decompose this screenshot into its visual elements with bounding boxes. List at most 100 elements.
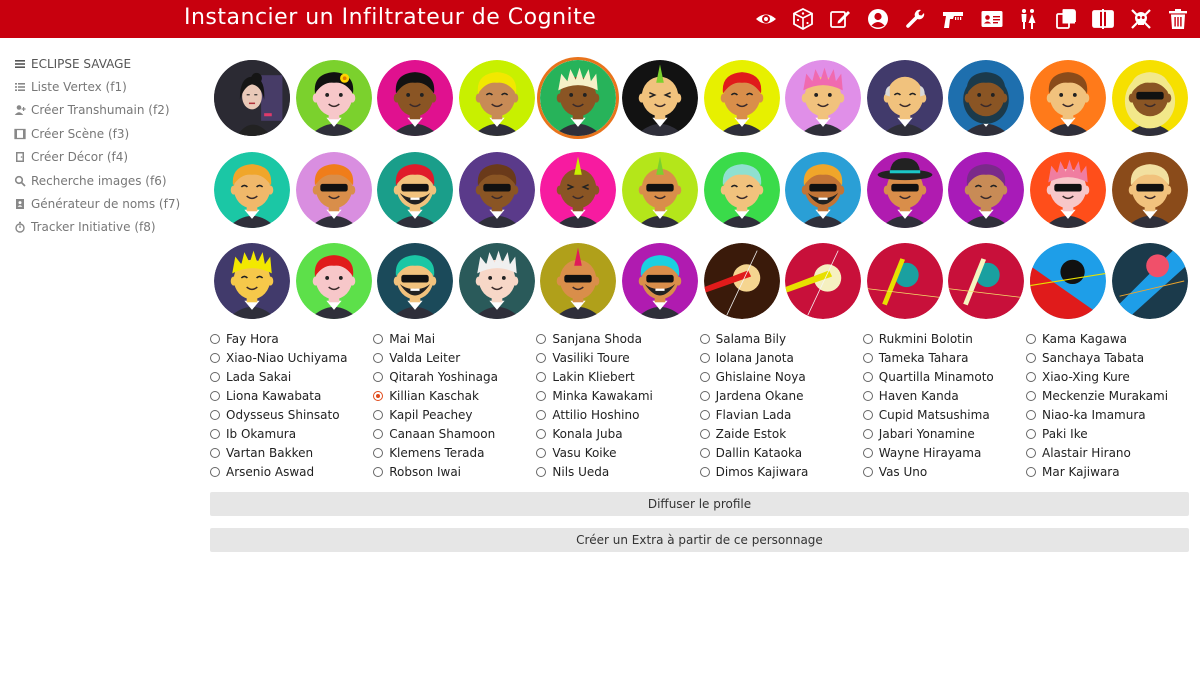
avatar-option[interactable] <box>458 151 535 228</box>
radio-button[interactable] <box>1026 371 1036 382</box>
radio-button[interactable] <box>210 390 220 401</box>
sidebar-item-recherche-images[interactable]: Recherche images (f6) <box>14 169 204 192</box>
avatar-option[interactable] <box>866 243 943 319</box>
radio-button[interactable] <box>1026 467 1036 478</box>
radio-button[interactable] <box>699 333 710 344</box>
radio-button[interactable] <box>862 352 873 363</box>
avatar-option[interactable] <box>785 60 862 136</box>
split-icon[interactable] <box>1091 7 1115 31</box>
avatar-option[interactable] <box>622 151 698 228</box>
name-option[interactable]: Flavian Lada <box>699 405 791 424</box>
name-option[interactable]: Tameka Tahara <box>862 348 968 367</box>
radio-button[interactable] <box>536 467 547 478</box>
name-option[interactable]: Killian Kaschak <box>373 386 479 405</box>
radio-button[interactable] <box>373 371 384 382</box>
radio-button[interactable] <box>1026 333 1036 344</box>
name-option[interactable]: Robson Iwai <box>373 463 461 482</box>
avatar-option[interactable] <box>622 243 698 319</box>
avatar-option[interactable] <box>377 243 454 319</box>
radio-button[interactable] <box>536 429 547 439</box>
radio-button[interactable] <box>210 467 220 478</box>
name-option[interactable]: Niao-ka Imamura <box>1026 405 1146 424</box>
radio-button[interactable] <box>373 409 384 420</box>
radio-button[interactable] <box>699 467 710 478</box>
avatar-option[interactable] <box>295 60 372 136</box>
radio-button[interactable] <box>536 371 547 382</box>
avatar-option[interactable] <box>1111 243 1188 319</box>
name-option[interactable]: Attilio Hoshino <box>536 405 639 424</box>
radio-button[interactable] <box>699 429 710 439</box>
radio-button[interactable] <box>1026 448 1036 459</box>
radio-button[interactable] <box>373 333 384 344</box>
name-option[interactable]: Minka Kawakami <box>536 386 653 405</box>
name-option[interactable]: Xiao-Xing Kure <box>1026 367 1130 386</box>
radio-button[interactable] <box>862 467 873 478</box>
radio-button[interactable] <box>536 409 547 420</box>
name-option[interactable]: Ib Okamura <box>210 425 296 444</box>
name-option[interactable]: Lakin Kliebert <box>536 367 635 386</box>
user-circle-icon[interactable] <box>866 7 890 31</box>
name-option[interactable]: Kama Kagawa <box>1026 329 1127 348</box>
radio-button[interactable] <box>210 448 220 459</box>
avatar-option[interactable] <box>948 243 1025 319</box>
avatar-option[interactable] <box>214 60 290 136</box>
avatar-option[interactable] <box>703 151 780 228</box>
radio-button[interactable] <box>862 448 873 459</box>
sidebar-item-tracker-initiative[interactable]: Tracker Initiative (f8) <box>14 216 204 239</box>
name-option[interactable]: Sanjana Shoda <box>536 329 642 348</box>
avatar-option[interactable] <box>458 60 535 136</box>
gun-icon[interactable] <box>941 7 965 31</box>
avatar-option[interactable] <box>1030 60 1106 136</box>
radio-button[interactable] <box>699 371 710 382</box>
skull-crossbones-icon[interactable] <box>1129 7 1153 31</box>
radio-button[interactable] <box>1026 409 1036 420</box>
people-icon[interactable] <box>1016 7 1040 31</box>
radio-button[interactable] <box>699 448 710 459</box>
eye-icon[interactable] <box>754 7 778 31</box>
avatar-option[interactable] <box>295 243 372 319</box>
radio-button[interactable] <box>373 467 384 478</box>
name-option[interactable]: Haven Kanda <box>862 386 959 405</box>
name-option[interactable]: Jabari Yonamine <box>862 425 975 444</box>
name-option[interactable]: Dimos Kajiwara <box>699 463 808 482</box>
radio-button[interactable] <box>210 409 220 420</box>
radio-button[interactable] <box>862 390 873 401</box>
name-option[interactable]: Iolana Janota <box>699 348 794 367</box>
avatar-option[interactable] <box>295 151 372 228</box>
name-option[interactable]: Sanchaya Tabata <box>1026 348 1144 367</box>
dice-icon[interactable] <box>791 7 815 31</box>
avatar-option[interactable] <box>703 243 780 319</box>
name-option[interactable]: Vas Uno <box>862 463 927 482</box>
avatar-option[interactable] <box>540 60 617 136</box>
name-option[interactable]: Vasu Koike <box>536 444 617 463</box>
radio-button[interactable] <box>210 352 220 363</box>
radio-button[interactable] <box>1026 429 1036 439</box>
name-option[interactable]: Meckenzie Murakami <box>1026 386 1168 405</box>
radio-button[interactable] <box>536 390 547 401</box>
name-option[interactable]: Arsenio Aswad <box>210 463 314 482</box>
sidebar-brand[interactable]: ECLIPSE SAVAGE <box>14 52 204 75</box>
trash-icon[interactable] <box>1166 7 1190 31</box>
radio-button[interactable] <box>536 333 547 344</box>
name-option[interactable]: Wayne Hirayama <box>862 444 981 463</box>
avatar-option[interactable] <box>866 60 943 136</box>
avatar-option[interactable] <box>214 243 290 319</box>
radio-button[interactable] <box>536 352 547 363</box>
name-option[interactable]: Salama Bily <box>699 329 786 348</box>
avatar-option[interactable] <box>1030 243 1106 319</box>
name-option[interactable]: Rukmini Bolotin <box>862 329 973 348</box>
radio-button[interactable] <box>1026 390 1036 401</box>
radio-button[interactable] <box>699 390 710 401</box>
sidebar-item-liste-vertex[interactable]: Liste Vertex (f1) <box>14 75 204 98</box>
name-option[interactable]: Mai Mai <box>373 329 435 348</box>
name-option[interactable]: Canaan Shamoon <box>373 425 495 444</box>
name-option[interactable]: Mar Kajiwara <box>1026 463 1120 482</box>
name-option[interactable]: Liona Kawabata <box>210 386 321 405</box>
name-option[interactable]: Xiao-Niao Uchiyama <box>210 348 347 367</box>
name-option[interactable]: Nils Ueda <box>536 463 609 482</box>
avatar-option[interactable] <box>785 151 862 228</box>
avatar-option[interactable] <box>377 60 454 136</box>
avatar-option[interactable] <box>703 60 780 136</box>
radio-button[interactable] <box>862 333 873 344</box>
sidebar-item-creer-transhumain[interactable]: Créer Transhumain (f2) <box>14 99 204 122</box>
